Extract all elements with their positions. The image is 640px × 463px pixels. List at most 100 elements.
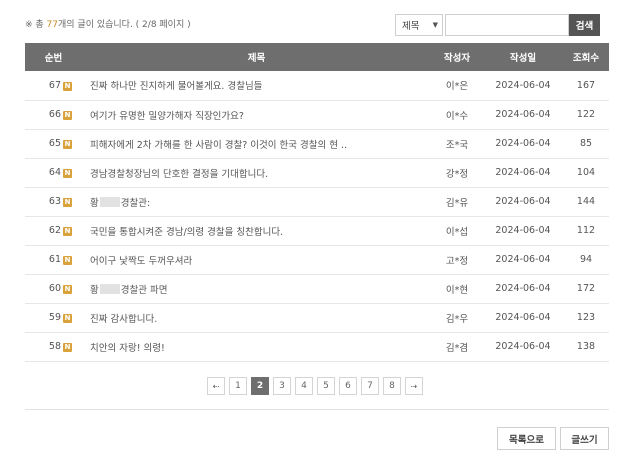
table-row[interactable]: 64 N 경남경찰청장님의 단호한 결정을 기대합니다. 강*정 2024-06-… bbox=[25, 158, 609, 188]
row-number-cell: 59 N bbox=[25, 303, 82, 333]
search-bar: 제목 ▼ 검색 bbox=[395, 14, 600, 36]
row-author: 김*우 bbox=[431, 303, 483, 333]
row-title-end: 경찰관: bbox=[120, 197, 151, 209]
row-number: 61 bbox=[48, 254, 61, 265]
header-number: 순번 bbox=[25, 43, 82, 71]
row-views: 112 bbox=[563, 216, 609, 246]
table-row[interactable]: 60 N 황 경찰관 파면 이*현 2024-06-04 172 bbox=[25, 274, 609, 304]
table-row[interactable]: 63 N 황 경찰관: 김*유 2024-06-04 144 bbox=[25, 187, 609, 217]
row-number-cell: 66 N bbox=[25, 100, 82, 130]
table-row[interactable]: 62 N 국민을 통합시켜준 경남/의령 경찰을 칭찬합니다. 이*섭 2024-… bbox=[25, 216, 609, 246]
row-title[interactable]: 피해자에게 2차 가해를 한 사람이 경찰? 이것이 한국 경찰의 현 .. bbox=[82, 129, 431, 159]
row-number-cell: 64 N bbox=[25, 158, 82, 188]
row-views: 123 bbox=[563, 303, 609, 333]
row-title[interactable]: 여기가 유명한 밀양가해자 직장인가요? bbox=[82, 100, 431, 130]
page-link-2-current[interactable]: 2 bbox=[251, 377, 269, 395]
row-views: 122 bbox=[563, 100, 609, 130]
page-link-4[interactable]: 4 bbox=[295, 377, 313, 395]
row-title[interactable]: 치안의 자랑! 의령! bbox=[82, 332, 431, 362]
table-row[interactable]: 61 N 어이구 낯짝도 두꺼우셔라 고*정 2024-06-04 94 bbox=[25, 245, 609, 275]
row-date: 2024-06-04 bbox=[483, 332, 563, 362]
row-date: 2024-06-04 bbox=[483, 245, 563, 275]
row-number: 59 bbox=[48, 312, 61, 323]
table-header-row: 순번 제목 작성자 작성일 조회수 bbox=[25, 43, 609, 71]
page-link-6[interactable]: 6 bbox=[339, 377, 357, 395]
page-link-3[interactable]: 3 bbox=[273, 377, 291, 395]
header-author: 작성자 bbox=[431, 43, 483, 71]
new-badge-icon: N bbox=[63, 285, 72, 294]
table-row[interactable]: 65 N 피해자에게 2차 가해를 한 사람이 경찰? 이것이 한국 경찰의 현 … bbox=[25, 129, 609, 159]
page-link-5[interactable]: 5 bbox=[317, 377, 335, 395]
row-date: 2024-06-04 bbox=[483, 129, 563, 159]
page-link-1[interactable]: 1 bbox=[229, 377, 247, 395]
row-title[interactable]: 황 경찰관: bbox=[82, 187, 431, 217]
row-author: 이*현 bbox=[431, 274, 483, 304]
header-views: 조회수 bbox=[563, 43, 609, 71]
row-author: 이*수 bbox=[431, 100, 483, 130]
new-badge-icon: N bbox=[63, 314, 72, 323]
new-badge-icon: N bbox=[63, 198, 72, 207]
row-views: 167 bbox=[563, 71, 609, 101]
write-button[interactable]: 글쓰기 bbox=[560, 427, 609, 450]
divider bbox=[25, 409, 609, 410]
chevron-down-icon: ▼ bbox=[432, 21, 438, 29]
row-number-cell: 65 N bbox=[25, 129, 82, 159]
table-row[interactable]: 58 N 치안의 자랑! 의령! 김*겸 2024-06-04 138 bbox=[25, 332, 609, 362]
post-count-info: ※ 총 77개의 글이 있습니다. ( 2/8 페이지 ) bbox=[25, 17, 191, 30]
row-title[interactable]: 경남경찰청장님의 단호한 결정을 기대합니다. bbox=[82, 158, 431, 188]
row-author: 김*겸 bbox=[431, 332, 483, 362]
post-count-number: 77 bbox=[46, 20, 58, 30]
pagination: ⇠ 1 2 3 4 5 6 7 8 ⇢ bbox=[207, 377, 423, 395]
row-number: 58 bbox=[48, 341, 61, 352]
post-table: 순번 제목 작성자 작성일 조회수 67 N 진짜 하나만 진지하게 물어볼게요.… bbox=[25, 43, 609, 362]
row-number: 65 bbox=[48, 138, 61, 149]
row-title[interactable]: 진짜 하나만 진지하게 물어볼게요. 경찰님들 bbox=[82, 71, 431, 101]
prev-page-button[interactable]: ⇠ bbox=[207, 377, 225, 395]
list-button[interactable]: 목록으로 bbox=[497, 427, 556, 450]
row-date: 2024-06-04 bbox=[483, 100, 563, 130]
search-input[interactable] bbox=[445, 14, 569, 36]
page-link-8[interactable]: 8 bbox=[383, 377, 401, 395]
row-author: 이*섭 bbox=[431, 216, 483, 246]
search-field-select[interactable]: 제목 ▼ bbox=[395, 14, 443, 36]
row-author: 조*국 bbox=[431, 129, 483, 159]
search-button[interactable]: 검색 bbox=[569, 14, 600, 36]
row-title-end: 경찰관 파면 bbox=[120, 284, 168, 296]
row-date: 2024-06-04 bbox=[483, 303, 563, 333]
row-number-cell: 62 N bbox=[25, 216, 82, 246]
row-number: 60 bbox=[48, 283, 61, 294]
row-date: 2024-06-04 bbox=[483, 158, 563, 188]
row-title[interactable]: 진짜 감사합니다. bbox=[82, 303, 431, 333]
row-title[interactable]: 국민을 통합시켜준 경남/의령 경찰을 칭찬합니다. bbox=[82, 216, 431, 246]
table-row[interactable]: 59 N 진짜 감사합니다. 김*우 2024-06-04 123 bbox=[25, 303, 609, 333]
new-badge-icon: N bbox=[63, 81, 72, 91]
row-number: 64 bbox=[48, 167, 61, 178]
row-views: 85 bbox=[563, 129, 609, 159]
row-number-cell: 67 N bbox=[25, 71, 82, 101]
table-row[interactable]: 66 N 여기가 유명한 밀양가해자 직장인가요? 이*수 2024-06-04 … bbox=[25, 100, 609, 130]
new-badge-icon: N bbox=[63, 256, 72, 265]
header-title: 제목 bbox=[82, 43, 431, 71]
header-date: 작성일 bbox=[483, 43, 563, 71]
row-title-start: 황 bbox=[90, 197, 99, 209]
row-date: 2024-06-04 bbox=[483, 71, 563, 101]
row-number: 66 bbox=[48, 109, 61, 120]
new-badge-icon: N bbox=[63, 140, 72, 149]
search-field-selected: 제목 bbox=[402, 21, 420, 32]
next-page-button[interactable]: ⇢ bbox=[405, 377, 423, 395]
new-badge-icon: N bbox=[63, 111, 72, 120]
row-number: 67 bbox=[48, 79, 61, 91]
row-author: 김*유 bbox=[431, 187, 483, 217]
post-count-prefix: ※ 총 bbox=[25, 20, 47, 30]
row-number-cell: 63 N bbox=[25, 187, 82, 217]
page-link-7[interactable]: 7 bbox=[361, 377, 379, 395]
new-badge-icon: N bbox=[63, 227, 72, 236]
redacted-name-block bbox=[99, 196, 120, 207]
row-views: 172 bbox=[563, 274, 609, 304]
row-title[interactable]: 어이구 낯짝도 두꺼우셔라 bbox=[82, 245, 431, 275]
table-row[interactable]: 67 N 진짜 하나만 진지하게 물어볼게요. 경찰님들 이*은 2024-06-… bbox=[25, 71, 609, 101]
row-title[interactable]: 황 경찰관 파면 bbox=[82, 274, 431, 304]
row-date: 2024-06-04 bbox=[483, 187, 563, 217]
row-views: 104 bbox=[563, 158, 609, 188]
row-number-cell: 58 N bbox=[25, 332, 82, 362]
